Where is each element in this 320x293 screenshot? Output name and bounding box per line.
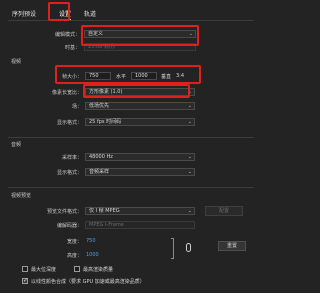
- audio-display-format-select[interactable]: 音频采样 ⌄: [85, 168, 195, 176]
- sample-rate-label: 采样率：: [61, 155, 82, 161]
- section-divider: [8, 137, 254, 138]
- sample-rate-value: 48000 Hz: [89, 154, 113, 160]
- tab-tracks[interactable]: 轨道: [84, 9, 96, 18]
- codec-value: MPEG I-Frame: [89, 222, 124, 228]
- preview-section-title: 视频预览: [11, 193, 32, 199]
- tab-divider: [8, 20, 254, 21]
- section-divider: [8, 187, 254, 188]
- audio-section-title: 音频: [11, 142, 22, 148]
- linear-color-checkbox[interactable]: [22, 277, 28, 284]
- max-bit-depth-checkbox[interactable]: [22, 266, 28, 272]
- highlight-box-editing-mode: [81, 25, 199, 46]
- video-display-format-value: 25 fps 时间码: [89, 119, 122, 125]
- pixel-aspect-label: 像素长宽比：: [51, 90, 82, 96]
- preview-file-format-label: 预览文件格式：: [46, 209, 82, 215]
- codec-label: 编解码器：: [56, 223, 82, 229]
- sample-rate-select[interactable]: 48000 Hz ⌄: [85, 153, 195, 161]
- audio-display-format-value: 音频采样: [89, 169, 110, 175]
- chevron-down-icon: ⌄: [187, 103, 192, 109]
- reset-button[interactable]: 重置: [218, 241, 246, 251]
- preview-file-format-value: 仅 I 帧 MPEG: [89, 208, 120, 214]
- dimension-link-bracket: [171, 238, 174, 259]
- preview-height-label: 高度：: [66, 253, 82, 259]
- chevron-down-icon: ⌄: [187, 119, 192, 125]
- tab-sequence-presets[interactable]: 序列预设: [12, 9, 36, 18]
- linear-color-label: 以线性颜色合成（要求 GPU 加速或最高渲染品质）: [31, 279, 145, 285]
- video-display-format-label: 显示格式：: [56, 120, 82, 126]
- video-display-format-select[interactable]: 25 fps 时间码 ⌄: [85, 118, 195, 126]
- audio-display-format-label: 显示格式：: [56, 170, 82, 176]
- timebase-label: 时基：: [64, 45, 80, 51]
- preview-height-value[interactable]: 1000: [86, 252, 99, 258]
- max-render-quality-checkbox[interactable]: [74, 266, 80, 272]
- max-bit-depth-label: 最大位深度: [31, 267, 57, 273]
- link-icon[interactable]: [186, 243, 191, 252]
- editing-mode-label: 编辑模式：: [54, 32, 80, 38]
- chevron-down-icon: ⌄: [187, 208, 192, 214]
- preview-file-format-select[interactable]: 仅 I 帧 MPEG ⌄: [85, 207, 195, 215]
- fields-label: 场：: [71, 104, 82, 110]
- chevron-down-icon: ⌄: [187, 169, 192, 175]
- chevron-down-icon: ⌄: [187, 154, 192, 160]
- preview-width-label: 宽度：: [66, 239, 82, 245]
- codec-select[interactable]: MPEG I-Frame: [85, 221, 195, 229]
- highlight-box-settings-tab: [48, 2, 70, 21]
- video-section-title: 视频: [11, 59, 22, 65]
- fields-value: 低场优先: [89, 103, 110, 109]
- fields-select[interactable]: 低场优先 ⌄: [85, 102, 195, 110]
- max-render-quality-label: 最高渲染质量: [83, 267, 114, 273]
- preview-width-value[interactable]: 750: [86, 238, 96, 244]
- highlight-box-frame-size: [55, 65, 201, 84]
- highlight-box-pixel-aspect: [83, 84, 190, 98]
- configure-button[interactable]: 配置: [205, 206, 243, 216]
